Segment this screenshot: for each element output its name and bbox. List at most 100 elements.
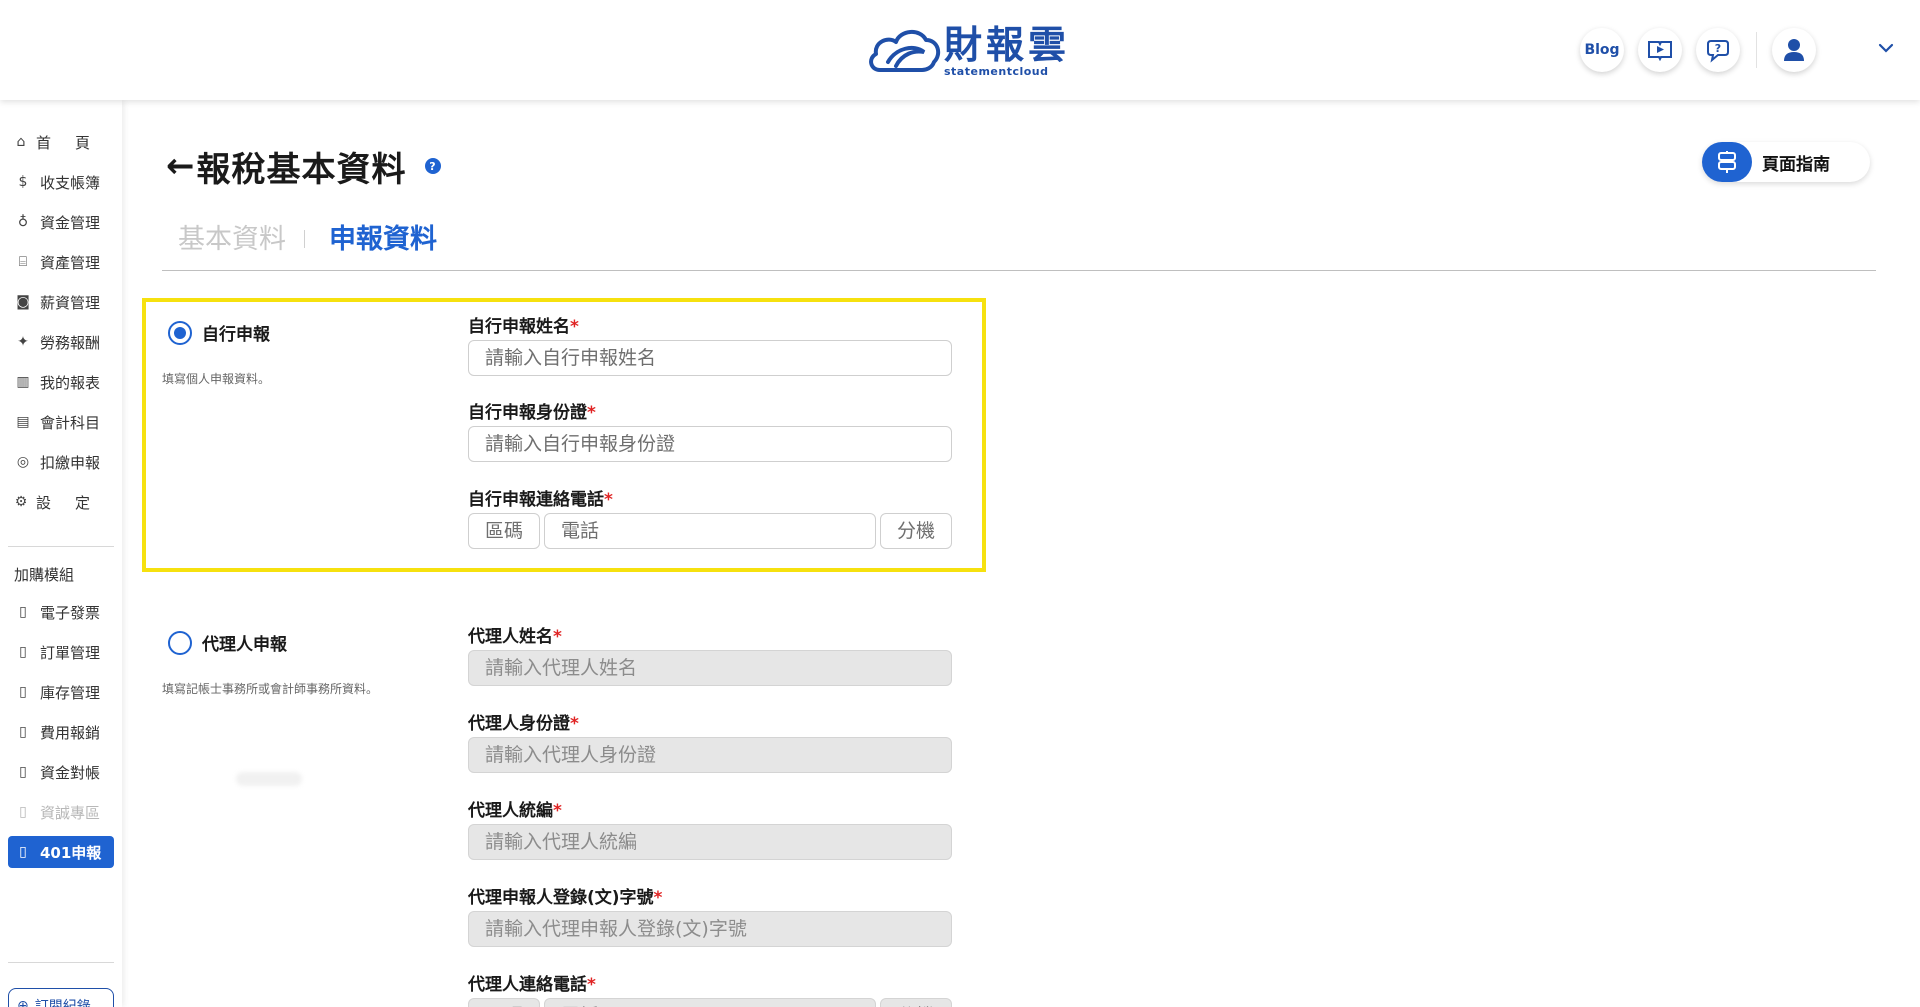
logo-name: 財報雲 <box>944 22 1071 67</box>
sidebar-item-label: 資金管理 <box>40 213 101 232</box>
sidebar-item-ledger[interactable]: $ 收支帳簿 <box>8 166 114 198</box>
salary-icon: ◙ <box>16 294 30 310</box>
sidebar-item-settings[interactable]: ⚙ 設定 <box>8 486 114 518</box>
self-declare-radio-option[interactable]: 自行申報 <box>168 320 270 345</box>
sidebar-item-withholding[interactable]: ◎ 扣繳申報 <box>8 446 114 478</box>
sidebar-item-label: 薪資管理 <box>40 293 101 312</box>
page-title: 報稅基本資料 <box>196 149 407 190</box>
subscription-label: 訂閱紀錄 <box>34 999 91 1007</box>
module-icon: ▯ <box>19 764 27 780</box>
sidebar: ⌂ 首頁 $ 收支帳簿 ♁ 資金管理 ⌸ 資產管理 ◙ 薪資管理 ✦ 勞務報酬 … <box>0 100 122 1007</box>
info-icon[interactable]: ? <box>424 158 441 174</box>
module-icon: ▯ <box>19 844 27 860</box>
agent-id-input[interactable] <box>468 737 952 773</box>
sidebar-item-einvoice[interactable]: ▯ 電子發票 <box>8 596 114 628</box>
video-book-icon <box>1648 41 1672 61</box>
logo[interactable]: 財報雲 statementcloud <box>866 22 1070 80</box>
sidebar-item-label: 庫存管理 <box>40 683 101 702</box>
logo-subtitle: statementcloud <box>944 64 1049 78</box>
page-guide-button[interactable]: 頁面指南 <box>1702 142 1870 182</box>
globe-icon: ⊕ <box>17 998 29 1007</box>
page-guide-label: 頁面指南 <box>1762 154 1830 175</box>
sidebar-item-label: 資產管理 <box>40 253 101 272</box>
account-dropdown-toggle[interactable] <box>1876 38 1896 58</box>
sidebar-item-assets[interactable]: ⌸ 資產管理 <box>8 246 114 278</box>
sidebar-item-labor[interactable]: ✦ 勞務報酬 <box>8 326 114 358</box>
tutorial-video-button[interactable] <box>1638 28 1682 72</box>
labor-icon: ✦ <box>17 334 29 350</box>
self-id-input[interactable] <box>468 426 952 462</box>
agent-taxid-input[interactable] <box>468 824 952 860</box>
sidebar-item-label: 資金對帳 <box>40 763 101 782</box>
sidebar-item-label: 費用報銷 <box>40 723 101 742</box>
sidebar-item-orders[interactable]: ▯ 訂單管理 <box>8 636 114 668</box>
self-phone-ext-input[interactable] <box>880 513 952 549</box>
module-icon: ▯ <box>19 644 27 660</box>
self-declare-label: 自行申報 <box>202 325 270 345</box>
module-icon: ▯ <box>19 724 27 740</box>
chevron-down-icon <box>1878 43 1894 53</box>
agent-id-label: 代理人身份證* <box>468 714 579 734</box>
header-divider <box>1756 32 1757 68</box>
self-name-label: 自行申報姓名* <box>468 317 579 337</box>
tab-basic-info[interactable]: 基本資料 <box>178 217 286 256</box>
bar-chart-icon: ▥ <box>16 374 30 390</box>
tab-underline <box>162 270 1876 271</box>
agent-reg-label: 代理申報人登錄(文)字號* <box>468 888 663 908</box>
page-header: ← 報稅基本資料 ? <box>166 140 441 192</box>
sidebar-divider <box>8 962 114 963</box>
sidebar-item-label: 我的報表 <box>40 373 101 392</box>
sidebar-item-home[interactable]: ⌂ 首頁 <box>8 126 114 158</box>
sidebar-item-label: 會計科目 <box>40 413 101 432</box>
user-icon <box>1784 39 1804 61</box>
agent-phone-area-input[interactable] <box>468 998 540 1007</box>
self-phone-number-input[interactable] <box>544 513 876 549</box>
coin-icon: $ <box>18 174 28 190</box>
self-name-input[interactable] <box>468 340 952 376</box>
agent-phone-number-input[interactable] <box>544 998 876 1007</box>
sidebar-item-pwc-zone[interactable]: ▯ 資誠專區 <box>8 796 114 828</box>
withholding-icon: ◎ <box>16 454 30 470</box>
subscription-button[interactable]: ⊕ 訂閱紀錄 <box>8 988 114 1007</box>
tab-separator <box>304 230 305 248</box>
sidebar-item-label: 設定 <box>35 493 114 512</box>
ledger-icon: ▤ <box>16 414 30 430</box>
radio-selected-icon[interactable] <box>168 320 192 345</box>
blurred-region <box>236 772 302 786</box>
agent-reg-input[interactable] <box>468 911 952 947</box>
bank-icon: ⌸ <box>18 254 28 270</box>
sidebar-divider <box>8 546 114 547</box>
agent-name-input[interactable] <box>468 650 952 686</box>
sidebar-item-label: 401申報 <box>40 843 102 862</box>
blog-button[interactable]: Blog <box>1580 28 1624 72</box>
sidebar-item-label: 資誠專區 <box>40 803 101 822</box>
self-id-label: 自行申報身份證* <box>468 403 596 423</box>
self-phone-label: 自行申報連絡電話* <box>468 490 613 510</box>
sidebar-item-salary[interactable]: ◙ 薪資管理 <box>8 286 114 318</box>
sidebar-item-reconcile[interactable]: ▯ 資金對帳 <box>8 756 114 788</box>
module-icon: ▯ <box>19 604 27 620</box>
back-arrow-icon[interactable]: ← <box>166 149 195 183</box>
sidebar-item-reports[interactable]: ▥ 我的報表 <box>8 366 114 398</box>
help-chat-button[interactable]: ? <box>1696 28 1740 72</box>
sidebar-item-401[interactable]: ▯ 401申報 <box>8 836 114 868</box>
self-phone-area-input[interactable] <box>468 513 540 549</box>
sidebar-item-funds[interactable]: ♁ 資金管理 <box>8 206 114 238</box>
settings-icon: ⚙ <box>14 494 28 510</box>
tab-declaration-info[interactable]: 申報資料 <box>329 217 437 256</box>
agent-phone-ext-input[interactable] <box>880 998 952 1007</box>
sidebar-item-label: 首頁 <box>35 133 114 152</box>
agent-phone-label: 代理人連絡電話* <box>468 975 596 995</box>
money-bag-icon: ♁ <box>17 214 29 230</box>
guide-signpost-icon <box>1702 142 1752 182</box>
sidebar-item-label: 電子發票 <box>40 603 101 622</box>
radio-unselected-icon[interactable] <box>168 630 192 655</box>
sidebar-item-accounts[interactable]: ▤ 會計科目 <box>8 406 114 438</box>
home-icon: ⌂ <box>16 134 26 150</box>
user-avatar-button[interactable] <box>1772 28 1816 72</box>
module-icon: ▯ <box>19 804 27 820</box>
sidebar-item-expenses[interactable]: ▯ 費用報銷 <box>8 716 114 748</box>
cloud-logo-icon <box>869 30 941 72</box>
sidebar-item-inventory[interactable]: ▯ 庫存管理 <box>8 676 114 708</box>
agent-declare-radio-option[interactable]: 代理人申報 <box>168 630 287 655</box>
